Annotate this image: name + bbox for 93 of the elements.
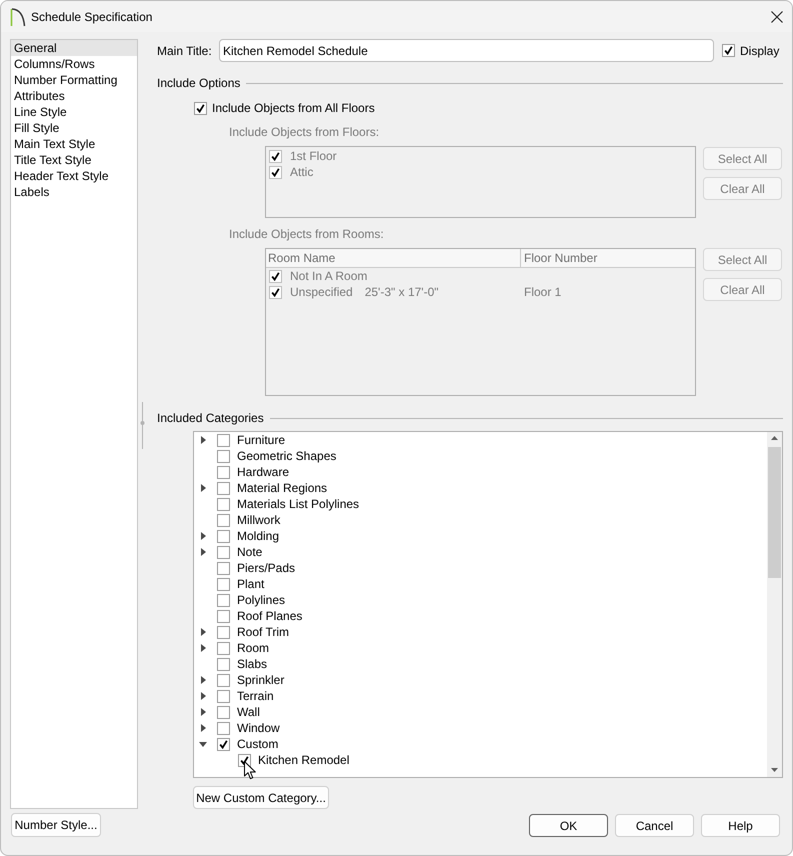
tree-item-label[interactable]: Terrain bbox=[237, 687, 274, 705]
tree-item-label[interactable]: Geometric Shapes bbox=[237, 447, 336, 465]
field-label: Main Title: bbox=[157, 42, 213, 60]
checkbox[interactable] bbox=[217, 626, 230, 638]
checkbox[interactable] bbox=[217, 450, 230, 462]
scrollbar[interactable] bbox=[767, 432, 782, 777]
checkbox[interactable] bbox=[217, 610, 230, 622]
caret-right-icon[interactable] bbox=[200, 548, 206, 556]
tree-item-label[interactable]: Slabs bbox=[237, 655, 268, 673]
tree-item-label[interactable]: Window bbox=[237, 719, 280, 737]
checkbox[interactable] bbox=[217, 514, 230, 526]
checkbox[interactable] bbox=[217, 674, 230, 686]
group-heading: Include Options bbox=[157, 75, 240, 92]
sidebar-item[interactable]: Header Text Style bbox=[11, 168, 137, 184]
checkbox-label: Include Objects from All Floors bbox=[212, 100, 375, 117]
button[interactable]: Number Style... bbox=[11, 813, 101, 837]
checkbox[interactable] bbox=[217, 706, 230, 718]
scroll-down-icon[interactable] bbox=[771, 768, 778, 772]
sidebar-item[interactable]: Line Style bbox=[11, 104, 137, 120]
table-cell-text: Not In A Room bbox=[290, 268, 368, 285]
tree-item-label[interactable]: Furniture bbox=[237, 432, 286, 449]
table-cell-text: 25'-3" x 17'-0" bbox=[364, 284, 439, 301]
app-logo-icon bbox=[10, 6, 26, 26]
button[interactable]: New Custom Category... bbox=[193, 786, 329, 809]
list-item-label: 1st Floor bbox=[290, 148, 337, 165]
caret-right-icon[interactable] bbox=[200, 692, 206, 700]
tree-item-label[interactable]: Kitchen Remodel bbox=[258, 751, 350, 769]
sidebar-item[interactable]: Number Formatting bbox=[11, 72, 137, 88]
tree-item-label[interactable]: Millwork bbox=[237, 511, 280, 529]
caret-right-icon[interactable] bbox=[200, 708, 206, 716]
checkbox[interactable] bbox=[217, 530, 230, 542]
checkbox[interactable] bbox=[217, 498, 230, 510]
tree-item-label[interactable]: Note bbox=[237, 543, 262, 561]
tree-item-label[interactable]: Material Regions bbox=[237, 479, 328, 497]
checkbox[interactable] bbox=[217, 482, 230, 494]
button[interactable]: Cancel bbox=[615, 814, 694, 837]
caret-right-icon[interactable] bbox=[200, 628, 206, 636]
caret-right-icon[interactable] bbox=[200, 436, 206, 444]
button[interactable]: Help bbox=[701, 814, 780, 837]
column-header: Floor Number bbox=[523, 250, 598, 267]
caret-right-icon[interactable] bbox=[200, 676, 206, 684]
table-cell-text: Floor 1 bbox=[523, 284, 562, 301]
checkbox[interactable] bbox=[217, 466, 230, 478]
group-heading: Included Categories bbox=[157, 410, 264, 427]
tree-item-label[interactable]: Wall bbox=[237, 703, 260, 721]
checkbox[interactable] bbox=[217, 562, 230, 574]
caret-right-icon[interactable] bbox=[200, 644, 206, 652]
caret-right-icon[interactable] bbox=[200, 484, 206, 492]
tree-item-label[interactable]: Hardware bbox=[237, 463, 290, 481]
checkbox[interactable] bbox=[217, 434, 230, 446]
checkbox[interactable] bbox=[217, 738, 230, 750]
checkbox[interactable] bbox=[217, 578, 230, 590]
checkbox[interactable] bbox=[217, 658, 230, 670]
scroll-up-icon[interactable] bbox=[771, 436, 778, 440]
tree-item-label[interactable]: Piers/Pads bbox=[237, 559, 296, 577]
tree-item-label[interactable]: Plant bbox=[237, 575, 264, 593]
caret-right-icon[interactable] bbox=[200, 532, 206, 540]
sidebar-item[interactable]: Title Text Style bbox=[11, 152, 137, 168]
button[interactable]: OK bbox=[529, 814, 608, 837]
checkbox[interactable] bbox=[722, 44, 735, 57]
column-header: Room Name bbox=[266, 249, 521, 267]
tree-item-label[interactable]: Polylines bbox=[237, 591, 286, 609]
checkbox[interactable] bbox=[217, 594, 230, 606]
sidebar-item[interactable]: Fill Style bbox=[11, 120, 137, 136]
sidebar-item[interactable]: General bbox=[11, 40, 137, 56]
tree-item-label[interactable]: Sprinkler bbox=[237, 671, 284, 689]
tree-item-label[interactable]: Materials List Polylines bbox=[237, 495, 360, 513]
splitter-handle[interactable] bbox=[140, 402, 145, 449]
sidebar-item[interactable]: Labels bbox=[11, 184, 137, 200]
checkbox[interactable] bbox=[194, 102, 207, 114]
tree-item-label[interactable]: Roof Planes bbox=[237, 607, 302, 625]
caret-down-icon[interactable] bbox=[199, 742, 207, 746]
tree-item-label[interactable]: Roof Trim bbox=[237, 623, 290, 641]
field-label: Include Objects from Rooms: bbox=[229, 227, 384, 241]
sidebar-item[interactable]: Main Text Style bbox=[11, 136, 137, 152]
title-field[interactable]: Kitchen Remodel Schedule bbox=[219, 39, 714, 62]
table-cell-text: Unspecified bbox=[290, 284, 353, 301]
window-title: Schedule Specification bbox=[31, 8, 152, 26]
tree-item-label[interactable]: Custom bbox=[237, 735, 278, 753]
checkbox[interactable] bbox=[217, 642, 230, 654]
sidebar-item[interactable]: Attributes bbox=[11, 88, 137, 104]
close-icon[interactable] bbox=[771, 10, 783, 22]
tree-item-label[interactable]: Room bbox=[237, 639, 270, 657]
tree-item-label[interactable]: Molding bbox=[237, 527, 280, 545]
checkbox[interactable] bbox=[217, 690, 230, 702]
checkbox[interactable] bbox=[217, 722, 230, 734]
scrollbar-thumb[interactable] bbox=[768, 447, 781, 578]
field-label: Include Objects from Floors: bbox=[229, 125, 380, 139]
list-item-label: Attic bbox=[290, 164, 314, 181]
checkbox[interactable] bbox=[217, 546, 230, 558]
checkbox-label: Display bbox=[740, 42, 780, 60]
sidebar-item[interactable]: Columns/Rows bbox=[11, 56, 137, 72]
caret-right-icon[interactable] bbox=[200, 724, 206, 732]
